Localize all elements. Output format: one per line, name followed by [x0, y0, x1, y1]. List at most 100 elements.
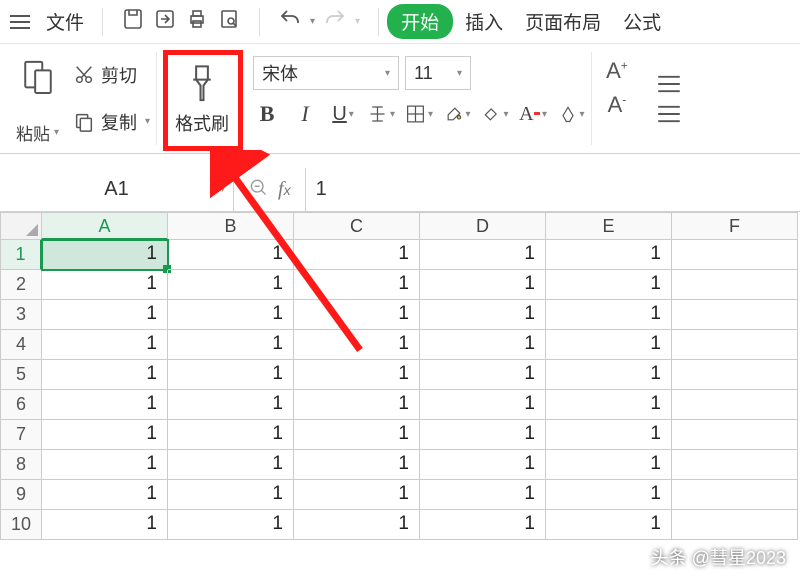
border-button[interactable]: ▾	[405, 100, 433, 128]
cell[interactable]: 1	[294, 450, 420, 480]
cell[interactable]: 1	[546, 450, 672, 480]
column-header[interactable]: D	[420, 212, 546, 240]
cell[interactable]: 1	[168, 390, 294, 420]
print-icon[interactable]	[185, 7, 209, 36]
row-header[interactable]: 3	[0, 300, 42, 330]
cell[interactable]: 1	[42, 330, 168, 360]
hamburger-icon[interactable]	[6, 11, 34, 33]
format-painter-button[interactable]: 格式刷	[165, 52, 239, 145]
cell[interactable]: 1	[546, 510, 672, 540]
fill-color-button[interactable]: ▾	[443, 100, 471, 128]
cell[interactable]: 1	[420, 510, 546, 540]
row-header[interactable]: 8	[0, 450, 42, 480]
cell[interactable]: 1	[168, 240, 294, 270]
cell[interactable]: 1	[420, 390, 546, 420]
column-header[interactable]: B	[168, 212, 294, 240]
cell[interactable]	[672, 420, 798, 450]
cell[interactable]: 1	[294, 330, 420, 360]
cell[interactable]: 1	[294, 510, 420, 540]
align-icon[interactable]	[654, 72, 684, 96]
cell[interactable]: 1	[168, 480, 294, 510]
cell[interactable]	[672, 510, 798, 540]
formula-input[interactable]: 1	[305, 168, 800, 211]
cell[interactable]: 1	[420, 330, 546, 360]
save-icon[interactable]	[121, 7, 145, 36]
cell[interactable]: 1	[168, 330, 294, 360]
cell[interactable]: 1	[42, 450, 168, 480]
undo-icon[interactable]	[278, 7, 302, 36]
cell[interactable]: 1	[420, 360, 546, 390]
redo-dropdown[interactable]: ▾	[355, 16, 360, 27]
name-box[interactable]: A1 ▾	[0, 168, 234, 211]
tab-insert[interactable]: 插入	[455, 2, 513, 41]
cell[interactable]	[672, 330, 798, 360]
cell[interactable]: 1	[420, 270, 546, 300]
cell[interactable]: 1	[42, 480, 168, 510]
paste-button[interactable]: 粘贴▾	[12, 52, 63, 145]
tab-formula[interactable]: 公式	[613, 2, 671, 41]
row-header[interactable]: 7	[0, 420, 42, 450]
export-icon[interactable]	[153, 7, 177, 36]
cell[interactable]	[672, 450, 798, 480]
cell[interactable]: 1	[546, 330, 672, 360]
preview-icon[interactable]	[217, 7, 241, 36]
cell[interactable]: 1	[420, 420, 546, 450]
increase-font-button[interactable]: A+	[606, 58, 628, 84]
cell[interactable]	[672, 300, 798, 330]
cancel-icon[interactable]	[248, 177, 268, 203]
font-color-button[interactable]: A▾	[519, 100, 547, 128]
row-header[interactable]: 1	[0, 240, 42, 270]
bold-button[interactable]: B	[253, 100, 281, 128]
decrease-font-button[interactable]: A-	[608, 92, 627, 118]
cell[interactable]: 1	[168, 360, 294, 390]
tab-page-layout[interactable]: 页面布局	[515, 2, 611, 41]
cell[interactable]: 1	[42, 390, 168, 420]
cell[interactable]: 1	[42, 420, 168, 450]
row-header[interactable]: 9	[0, 480, 42, 510]
row-header[interactable]: 4	[0, 330, 42, 360]
font-name-select[interactable]: 宋体▾	[253, 56, 399, 90]
redo-icon[interactable]	[323, 7, 347, 36]
copy-button[interactable]: 复制▾	[73, 102, 150, 142]
cell[interactable]: 1	[294, 270, 420, 300]
cell[interactable]	[672, 240, 798, 270]
strike-button[interactable]: ▾	[367, 100, 395, 128]
cell[interactable]: 1	[168, 510, 294, 540]
cell[interactable]: 1	[420, 450, 546, 480]
cell[interactable]: 1	[546, 300, 672, 330]
select-all-corner[interactable]	[0, 212, 42, 240]
cell[interactable]: 1	[546, 240, 672, 270]
cell[interactable]: 1	[546, 480, 672, 510]
column-header[interactable]: A	[42, 212, 168, 240]
align-icon-2[interactable]	[654, 102, 684, 126]
tab-start[interactable]: 开始	[387, 4, 453, 39]
cut-button[interactable]: 剪切	[73, 55, 150, 95]
cell[interactable]: 1	[546, 390, 672, 420]
cell[interactable]: 1	[294, 420, 420, 450]
cell[interactable]: 1	[420, 240, 546, 270]
clear-format-button[interactable]: ▾	[557, 100, 585, 128]
cell[interactable]: 1	[294, 360, 420, 390]
undo-dropdown[interactable]: ▾	[310, 16, 315, 27]
cell[interactable]: 1	[420, 300, 546, 330]
row-header[interactable]: 2	[0, 270, 42, 300]
menu-file[interactable]: 文件	[36, 2, 94, 41]
column-header[interactable]: C	[294, 212, 420, 240]
fx-icon[interactable]: fx	[278, 178, 291, 201]
row-header[interactable]: 5	[0, 360, 42, 390]
underline-button[interactable]: U▾	[329, 100, 357, 128]
cell[interactable]	[672, 360, 798, 390]
column-header[interactable]: F	[672, 212, 798, 240]
cell[interactable]: 1	[294, 240, 420, 270]
cell[interactable]: 1	[546, 270, 672, 300]
cell[interactable]: 1	[168, 300, 294, 330]
cell[interactable]: 1	[546, 360, 672, 390]
cell[interactable]: 1	[294, 390, 420, 420]
cell[interactable]: 1	[546, 420, 672, 450]
cell[interactable]: 1	[42, 300, 168, 330]
cell[interactable]	[672, 270, 798, 300]
cell[interactable]: 1	[168, 420, 294, 450]
row-header[interactable]: 6	[0, 390, 42, 420]
cell[interactable]: 1	[42, 360, 168, 390]
cell[interactable]: 1	[294, 300, 420, 330]
